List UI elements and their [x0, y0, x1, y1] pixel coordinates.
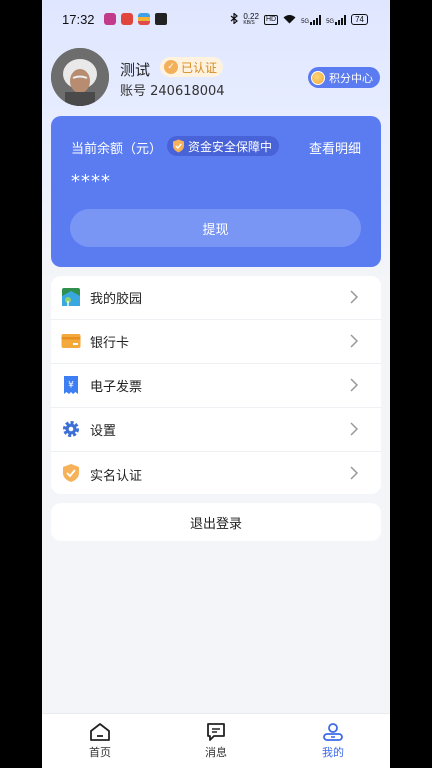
account-number: 账号 240618004 [120, 84, 225, 99]
check-icon: ✓ [164, 60, 178, 74]
balance-card: 当前余额（元） 资金安全保障中 查看明细 **** 提现 [51, 116, 381, 267]
app-notification-icon [104, 13, 116, 25]
user-icon [323, 723, 343, 741]
tab-mine[interactable]: 我的 [303, 722, 363, 760]
avatar[interactable] [51, 48, 109, 106]
phone-screen: 17:32 0.22 KB/S HD 5G 5G 74 测试 ✓ 已认证 账号 … [42, 0, 390, 768]
message-icon [207, 723, 225, 741]
app-notification-icon [121, 13, 133, 25]
verified-badge: ✓ 已认证 [160, 57, 224, 77]
chevron-right-icon [350, 422, 359, 436]
balance-label: 当前余额（元） [71, 142, 163, 157]
hd-badge: HD [263, 14, 279, 25]
chevron-right-icon [350, 290, 359, 304]
invoice-icon: ¥ [64, 376, 78, 394]
bank-card-icon [61, 334, 81, 348]
battery-icon: 74 [351, 14, 368, 25]
points-center-button[interactable]: 积分中心 [308, 67, 380, 88]
safety-badge: 资金安全保障中 [167, 136, 280, 156]
tab-messages[interactable]: 消息 [186, 722, 246, 760]
signal-icon [335, 14, 347, 25]
tab-label: 首页 [89, 746, 111, 759]
svg-text:¥: ¥ [68, 381, 74, 391]
menu-item-label: 银行卡 [90, 336, 130, 351]
chevron-right-icon [350, 334, 359, 348]
status-bar: 17:32 0.22 KB/S HD 5G 5G 74 [42, 10, 390, 30]
points-center-label: 积分中心 [329, 71, 373, 85]
menu-item-label: 电子发票 [90, 380, 143, 395]
tab-bar: 首页 消息 我的 [42, 713, 390, 768]
coin-icon [311, 70, 325, 85]
tab-label: 我的 [322, 746, 344, 759]
shield-check-icon [63, 464, 79, 482]
signal-icon [310, 14, 322, 25]
menu-item-rubber-garden[interactable]: 我的胶园 [51, 276, 381, 320]
map-icon [62, 288, 80, 306]
menu-item-real-name-auth[interactable]: 实名认证 [51, 452, 381, 496]
bluetooth-icon [230, 12, 239, 26]
home-icon [90, 723, 110, 741]
notification-icons [104, 13, 167, 25]
menu-item-e-invoice[interactable]: ¥ 电子发票 [51, 364, 381, 408]
wifi-icon [283, 14, 296, 26]
balance-amount[interactable]: **** [71, 171, 111, 192]
chevron-right-icon [350, 378, 359, 392]
status-right: 0.22 KB/S HD 5G 5G 74 [230, 12, 368, 26]
menu-item-label: 我的胶园 [90, 292, 143, 307]
logout-button[interactable]: 退出登录 [51, 503, 381, 541]
tab-label: 消息 [205, 746, 227, 759]
app-notification-icon [138, 13, 150, 25]
menu-item-bank-card[interactable]: 银行卡 [51, 320, 381, 364]
safety-label: 资金安全保障中 [188, 139, 273, 154]
user-name: 测试 [120, 61, 151, 79]
menu-item-settings[interactable]: 设置 [51, 408, 381, 452]
menu-item-label: 实名认证 [90, 468, 143, 484]
gear-icon [63, 421, 79, 437]
signal-2: 5G [326, 14, 347, 25]
status-time: 17:32 [62, 12, 95, 27]
tab-home[interactable]: 首页 [70, 722, 130, 760]
net-speed: 0.22 KB/S [243, 12, 259, 26]
verified-label: 已认证 [181, 60, 218, 75]
withdraw-button[interactable]: 提现 [70, 209, 361, 247]
app-notification-icon [155, 13, 167, 25]
view-details-link[interactable]: 查看明细 [309, 138, 361, 157]
shield-icon [173, 139, 184, 153]
menu-list: 我的胶园 银行卡 ¥ 电子发票 设置 实名认证 [51, 276, 381, 494]
menu-item-label: 设置 [90, 424, 117, 439]
signal-1: 5G [301, 14, 322, 25]
chevron-right-icon [350, 466, 359, 480]
